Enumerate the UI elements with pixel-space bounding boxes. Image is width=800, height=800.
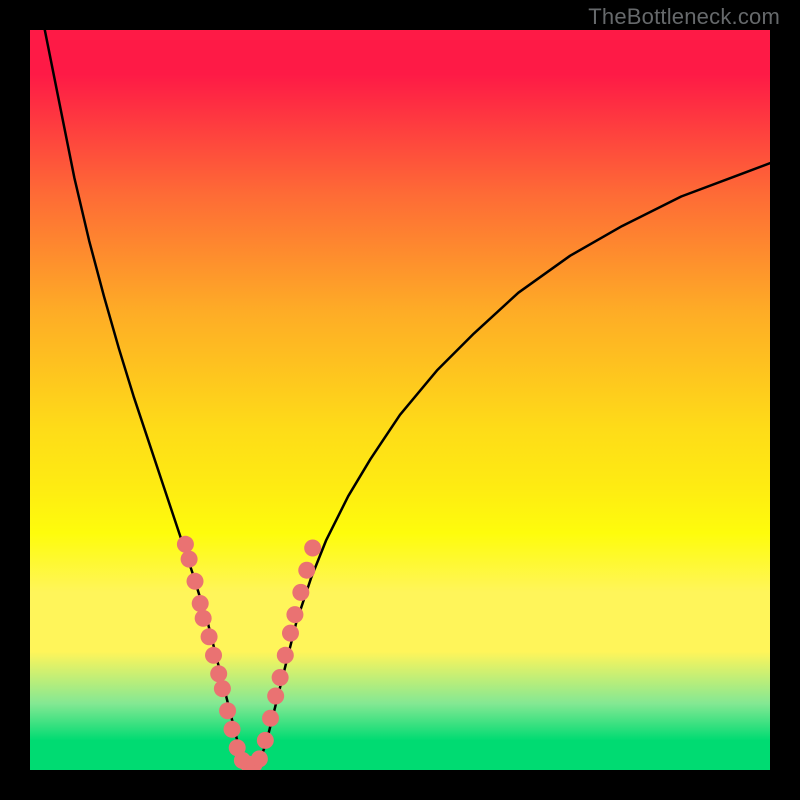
highlight-dot (205, 647, 222, 664)
highlight-dot (262, 710, 279, 727)
bottleneck-curves (45, 30, 770, 766)
highlight-dot (277, 647, 294, 664)
highlight-dot (304, 540, 321, 557)
highlight-dot (192, 595, 209, 612)
highlight-dot (201, 628, 218, 645)
highlight-dot (187, 573, 204, 590)
highlight-dots (177, 536, 321, 770)
highlight-dot (195, 610, 212, 627)
chart-stage: TheBottleneck.com (0, 0, 800, 800)
series-right-curve (259, 163, 770, 762)
highlight-dot (286, 606, 303, 623)
highlight-dot (177, 536, 194, 553)
plot-area (30, 30, 770, 770)
highlight-dot (219, 702, 236, 719)
highlight-dot (214, 680, 231, 697)
watermark-text: TheBottleneck.com (588, 4, 780, 30)
highlight-dot (282, 625, 299, 642)
highlight-dot (251, 750, 268, 767)
highlight-dot (298, 562, 315, 579)
highlight-dot (267, 688, 284, 705)
plot-svg (30, 30, 770, 770)
highlight-dot (224, 721, 241, 738)
highlight-dot (292, 584, 309, 601)
highlight-dot (257, 732, 274, 749)
highlight-dot (210, 665, 227, 682)
highlight-dot (272, 669, 289, 686)
highlight-dot (181, 551, 198, 568)
